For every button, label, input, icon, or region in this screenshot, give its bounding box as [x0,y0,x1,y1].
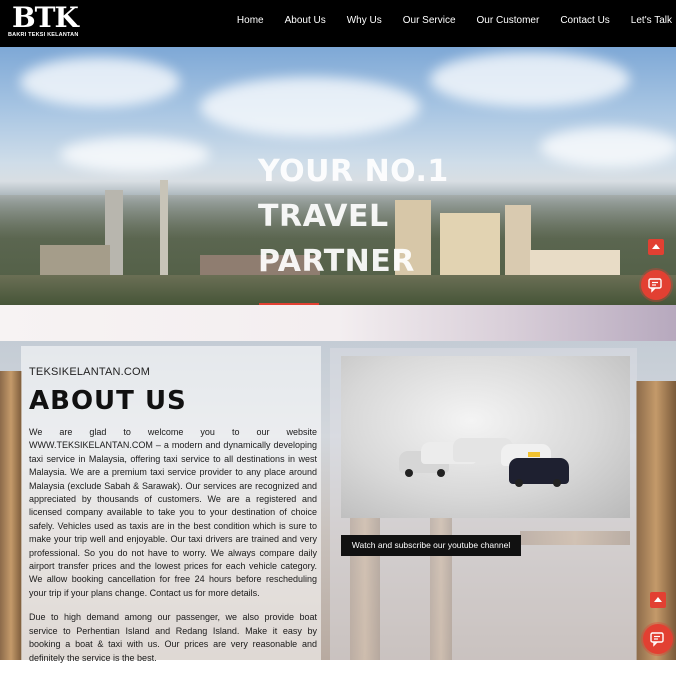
chat-bubble-icon[interactable] [641,270,671,300]
nav-why-us[interactable]: Why Us [347,15,382,26]
wheel [553,479,561,487]
hero-title: YOUR NO.1 TRAVEL PARTNER [258,149,498,284]
nav-about-us[interactable]: About Us [285,15,326,26]
divider-band [0,305,676,341]
site-logo[interactable]: BTK BAKRI TEKSI KELANTAN [6,1,79,42]
chat-glyph [648,278,662,293]
scroll-to-top-icon[interactable] [650,592,666,608]
wheel [437,469,445,477]
hero-banner: YOUR NO.1 TRAVEL PARTNER [0,47,676,305]
gate-pillar [636,381,676,660]
taxi-fleet-photo [341,356,630,518]
hero-title-line: PARTNER [258,244,415,279]
gate-pillar [0,371,22,660]
chat-glyph [650,632,664,647]
cloud [20,57,180,107]
cloud [540,127,676,167]
youtube-subscribe-button[interactable]: Watch and subscribe our youtube channel [341,535,521,556]
cloud [200,77,420,137]
nav-lets-talk[interactable]: Let's Talk [631,15,672,26]
logo-text: BAKRI TEKSI KELANTAN [8,32,79,38]
nav-our-service[interactable]: Our Service [403,15,456,26]
main-nav: Home About Us Why Us Our Service Our Cus… [216,0,672,40]
chat-bubble-icon[interactable] [643,624,673,654]
wheel [405,469,413,477]
about-paragraph: Due to high demand among our passenger, … [29,612,317,663]
hero-title-line: YOUR NO.1 [258,154,449,189]
about-paragraph: We are glad to welcome you to our websit… [29,427,317,598]
cloud [430,52,630,107]
hero-title-line: TRAVEL [258,199,389,234]
about-heading: ABOUT US [29,386,187,416]
nav-contact-us[interactable]: Contact Us [560,15,609,26]
about-text: We are glad to welcome you to our websit… [29,426,317,676]
site-header: BTK BAKRI TEKSI KELANTAN Home About Us W… [0,0,676,47]
nav-home[interactable]: Home [237,15,264,26]
taxi-sign [528,452,540,457]
site-name: TEKSIKELANTAN.COM [29,366,151,378]
logo-mark: BTK [12,1,79,34]
wheel [515,479,523,487]
nav-our-customer[interactable]: Our Customer [477,15,540,26]
cloud [60,137,210,172]
scroll-to-top-icon[interactable] [648,239,664,255]
